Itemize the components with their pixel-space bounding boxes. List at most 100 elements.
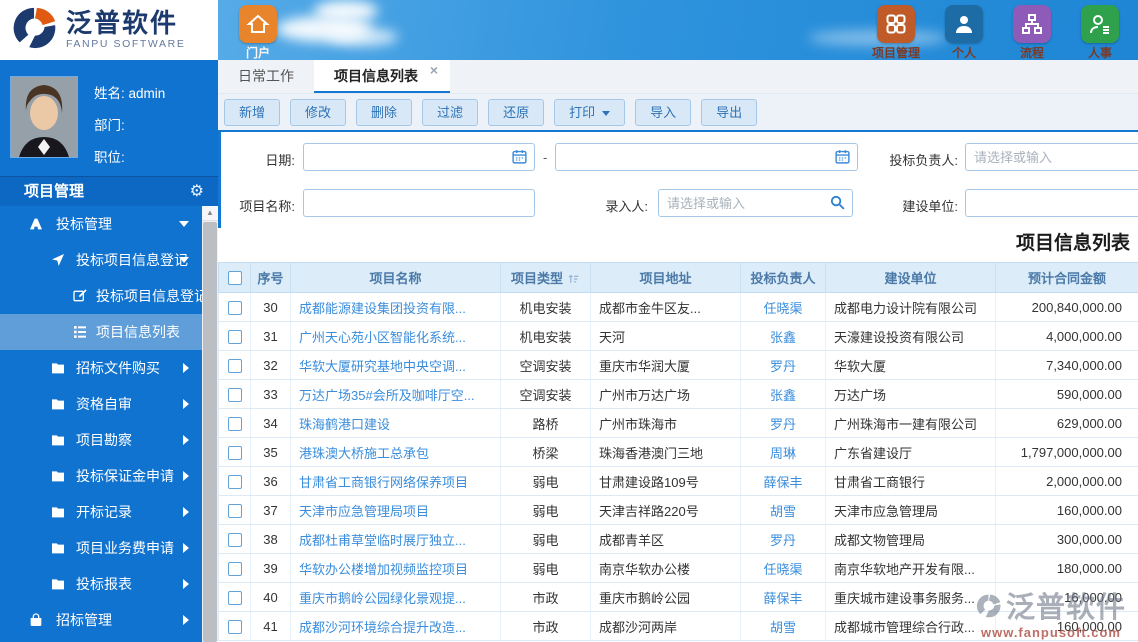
- row-checkbox[interactable]: [228, 330, 242, 344]
- row-checkbox[interactable]: [228, 475, 242, 489]
- main-content: 日常工作 项目信息列表 × 新增修改删除过滤还原打印导入导出 日期: -: [218, 60, 1138, 642]
- row-checkbox[interactable]: [228, 359, 242, 373]
- project-name-link[interactable]: 天津市应急管理局项目: [299, 504, 429, 519]
- scrollbar-thumb[interactable]: [203, 222, 217, 642]
- calendar-icon[interactable]: [834, 148, 851, 165]
- sidebar-item-0[interactable]: 投标管理: [0, 206, 202, 242]
- scroll-up-icon[interactable]: ▲: [202, 206, 218, 221]
- sidebar-item-9[interactable]: 项目业务费申请: [0, 530, 202, 566]
- date-to-input[interactable]: [555, 143, 858, 171]
- bid-manager-link[interactable]: 胡雪: [770, 504, 796, 519]
- column-header-0[interactable]: 序号: [251, 263, 291, 293]
- tab-project-info-list[interactable]: 项目信息列表 ×: [314, 60, 450, 93]
- nav-app-project-management[interactable]: 项目管理: [868, 2, 924, 60]
- row-checkbox[interactable]: [228, 504, 242, 518]
- sidebar-item-6[interactable]: 项目勘察: [0, 422, 202, 458]
- project-name-link[interactable]: 珠海鹤港口建设: [299, 417, 390, 432]
- column-header-3[interactable]: 项目地址: [591, 263, 741, 293]
- sidebar-item-10[interactable]: 投标报表: [0, 566, 202, 602]
- chevron-right-icon: [183, 399, 189, 409]
- bid-manager-link[interactable]: 周琳: [770, 446, 796, 461]
- project-name-link[interactable]: 成都能源建设集团投资有限...: [299, 301, 466, 316]
- row-checkbox[interactable]: [228, 562, 242, 576]
- column-header-4[interactable]: 投标负责人: [741, 263, 826, 293]
- search-icon[interactable]: [829, 194, 846, 211]
- sidebar-item-1[interactable]: 投标项目信息登记: [0, 242, 202, 278]
- construction-unit-input[interactable]: [965, 189, 1138, 217]
- sort-icon[interactable]: [567, 272, 580, 288]
- gear-icon[interactable]: ⚙: [190, 177, 204, 206]
- tab-daily-work[interactable]: 日常工作: [218, 60, 314, 93]
- project-name-link[interactable]: 万达广场35#会所及咖啡厅空...: [299, 388, 475, 403]
- bid-manager-link[interactable]: 薛保丰: [763, 591, 802, 606]
- sidebar-item-3[interactable]: 项目信息列表: [0, 314, 202, 350]
- project-name-link[interactable]: 广州天心苑小区智能化系统...: [299, 330, 466, 345]
- sidebar-item-11[interactable]: 招标管理: [0, 602, 202, 638]
- sidebar-item-2[interactable]: 投标项目信息登记: [0, 278, 202, 314]
- bid-manager-input[interactable]: [965, 143, 1138, 171]
- project-name-link[interactable]: 成都杜甫草堂临时展厅独立...: [299, 533, 466, 548]
- row-checkbox[interactable]: [228, 591, 242, 605]
- project-name-link[interactable]: 成都沙河环境综合提升改造...: [299, 620, 466, 635]
- table-header-row: 序号项目名称项目类型项目地址投标负责人建设单位预计合同金额: [219, 263, 1138, 293]
- bid-manager-link[interactable]: 张鑫: [770, 388, 796, 403]
- nav-app-process[interactable]: 流程: [1004, 2, 1060, 60]
- column-header-2[interactable]: 项目类型: [501, 263, 591, 293]
- bid-manager-link[interactable]: 罗丹: [770, 359, 796, 374]
- project-name-link[interactable]: 甘肃省工商银行网络保养项目: [299, 475, 468, 490]
- column-header-1[interactable]: 项目名称: [291, 263, 501, 293]
- cell-no: 38: [251, 525, 291, 554]
- chevron-right-icon: [183, 507, 189, 517]
- cell-amount: 2,000,000.00: [996, 467, 1138, 496]
- bid-manager-link[interactable]: 任晓渠: [763, 562, 802, 577]
- column-header-5[interactable]: 建设单位: [826, 263, 996, 293]
- row-checkbox[interactable]: [228, 417, 242, 431]
- row-checkbox[interactable]: [228, 301, 242, 315]
- bid-manager-link[interactable]: 罗丹: [770, 533, 796, 548]
- nav-app-personal[interactable]: 个人: [936, 2, 992, 60]
- nav-app-label: 个人: [936, 44, 992, 60]
- sidebar-scrollbar[interactable]: ▲: [202, 206, 218, 642]
- nav-app-hr[interactable]: 人事: [1072, 2, 1128, 60]
- close-icon[interactable]: ×: [430, 63, 438, 77]
- toolbar-button-1[interactable]: 修改: [290, 99, 346, 126]
- row-checkbox[interactable]: [228, 388, 242, 402]
- table-row: 32华软大厦研究基地中央空调...空调安装重庆市华润大厦罗丹华软大厦7,340,…: [219, 351, 1138, 380]
- entry-person-input[interactable]: [658, 189, 853, 217]
- toolbar-button-2[interactable]: 删除: [356, 99, 412, 126]
- project-name-link[interactable]: 重庆市鹅岭公园绿化景观提...: [299, 591, 466, 606]
- entry-person-field: [658, 189, 853, 217]
- toolbar-button-7[interactable]: 导出: [701, 99, 757, 126]
- cell-no: 39: [251, 554, 291, 583]
- toolbar-button-6[interactable]: 导入: [635, 99, 691, 126]
- project-name-input[interactable]: [303, 189, 535, 217]
- select-all-checkbox[interactable]: [228, 271, 242, 285]
- sidebar-item-5[interactable]: 资格自审: [0, 386, 202, 422]
- toolbar-button-3[interactable]: 过滤: [422, 99, 478, 126]
- toolbar-button-0[interactable]: 新增: [224, 99, 280, 126]
- bid-manager-link[interactable]: 任晓渠: [763, 301, 802, 316]
- toolbar-button-5[interactable]: 打印: [554, 99, 625, 126]
- cell-address: 甘肃建设路109号: [591, 467, 741, 496]
- bid-manager-link[interactable]: 薛保丰: [763, 475, 802, 490]
- project-name-link[interactable]: 港珠澳大桥施工总承包: [299, 446, 429, 461]
- row-checkbox[interactable]: [228, 620, 242, 634]
- project-name-link[interactable]: 华软办公楼增加视频监控项目: [299, 562, 468, 577]
- column-header-6[interactable]: 预计合同金额: [996, 263, 1138, 293]
- toolbar-button-4[interactable]: 还原: [488, 99, 544, 126]
- nav-app-portal[interactable]: 门户: [230, 2, 286, 60]
- bid-manager-link[interactable]: 罗丹: [770, 417, 796, 432]
- sidebar-item-4[interactable]: 招标文件购买: [0, 350, 202, 386]
- bid-manager-link[interactable]: 张鑫: [770, 330, 796, 345]
- project-name-link[interactable]: 华软大厦研究基地中央空调...: [299, 359, 466, 374]
- sidebar-item-7[interactable]: 投标保证金申请: [0, 458, 202, 494]
- sidebar-item-8[interactable]: 开标记录: [0, 494, 202, 530]
- chevron-right-icon: [183, 615, 189, 625]
- cell-unit: 重庆城市建设事务服务...: [826, 583, 996, 612]
- calendar-icon[interactable]: [511, 148, 528, 165]
- date-from-input[interactable]: [303, 143, 535, 171]
- bid-manager-link[interactable]: 胡雪: [770, 620, 796, 635]
- top-bar: 泛普软件 FANPU SOFTWARE 门户 项目管理个人流程人事: [0, 0, 1138, 60]
- row-checkbox[interactable]: [228, 533, 242, 547]
- row-checkbox[interactable]: [228, 446, 242, 460]
